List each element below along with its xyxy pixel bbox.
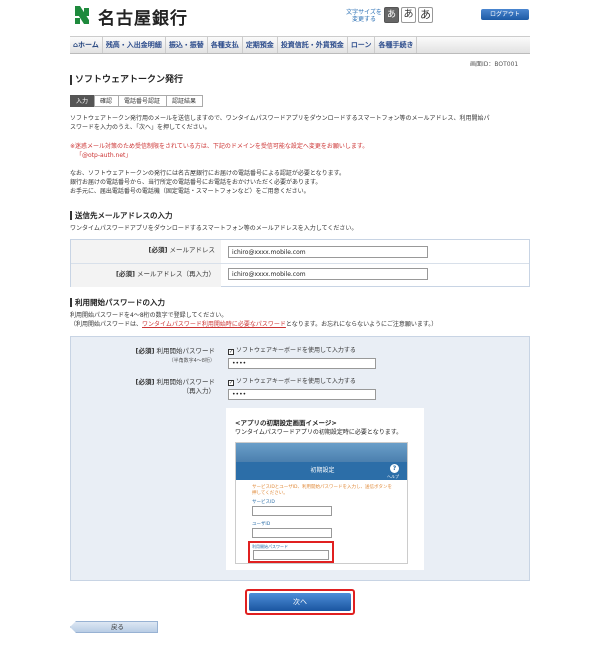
password-desc-2a: （利用開始パスワードは、 bbox=[70, 321, 143, 328]
app-image-title: <アプリの初期設定画面イメージ> bbox=[235, 419, 337, 427]
app-setup-image: <アプリの初期設定画面イメージ> ワンタイムパスワードアプリの初期設定時に必要と… bbox=[226, 408, 424, 570]
start-password-label: [必須] 利用開始パスワード （半角数字4～8桁） bbox=[71, 347, 221, 366]
notice-line-1: ※迷惑メール対策のため受信制限をされている方は、下記のドメインを受信可能な設定へ… bbox=[70, 143, 369, 150]
email-confirm-label: [必須] メールアドレス（再入力） bbox=[71, 264, 221, 287]
phone-message: サービスIDとユーザID、利用開始パスワードを入力し、送信ボタンを押してください… bbox=[252, 485, 392, 496]
start-password-confirm-label: [必須] 利用開始パスワード （再入力） bbox=[71, 378, 221, 396]
email-confirm-field[interactable] bbox=[228, 268, 428, 280]
required-tag: [必須] bbox=[135, 378, 155, 386]
step-indicator: 入力 確認 電話番号認証 認証結果 bbox=[70, 95, 204, 107]
password-desc-link[interactable]: ワンタイムパスワード利用開始時に必要なパスワード bbox=[142, 321, 286, 328]
password-section-heading: 利用開始パスワードの入力 bbox=[70, 298, 165, 307]
phone-auth-note: なお、ソフトウェアトークンの発行には名古屋銀行にお届けの電話番号による認証が必要… bbox=[70, 169, 530, 196]
font-size-large-button[interactable]: あ bbox=[418, 7, 433, 23]
next-button-highlight: 次へ bbox=[245, 589, 355, 615]
back-button[interactable]: 戻る bbox=[70, 621, 158, 633]
phone-screenshot: 初期設定 ? ヘルプ サービスIDとユーザID、利用開始パスワードを入力し、送信… bbox=[235, 442, 408, 564]
nav-procedures[interactable]: 各種手続き bbox=[375, 37, 418, 53]
app-image-description: ワンタイムパスワードアプリの初期設定時に必要となります。 bbox=[235, 429, 403, 436]
email-row: [必須] メールアドレス bbox=[71, 240, 529, 263]
password-desc-1: 利用開始パスワードを4～8桁の数字で登録してください。 bbox=[70, 312, 228, 319]
service-id-field bbox=[252, 506, 332, 516]
help-label: ヘルプ bbox=[387, 474, 399, 479]
start-password-confirm-sub: （再入力） bbox=[182, 387, 216, 395]
email-section-description: ワンタイムパスワードアプリをダウンロードするスマートフォン等のメールアドレスを入… bbox=[70, 225, 358, 232]
nav-loan[interactable]: ローン bbox=[348, 37, 376, 53]
intro-line-2: スワードを入力のうえ、「次へ」を押してください。 bbox=[70, 124, 211, 131]
software-keyboard-confirm-label: ソフトウェアキーボードを使用して入力する bbox=[236, 378, 356, 385]
header: 名古屋銀行 文字サイズを 変更する あ あ あ ログアウト bbox=[0, 0, 600, 32]
step-confirm: 確認 bbox=[94, 95, 120, 107]
step-result: 認証結果 bbox=[166, 95, 204, 107]
start-password-field[interactable]: •••• bbox=[228, 358, 376, 369]
nav-time-deposit[interactable]: 定期預金 bbox=[243, 37, 278, 53]
nav-home[interactable]: ⌂ホーム bbox=[70, 37, 103, 53]
email-confirm-row: [必須] メールアドレス（再入力） bbox=[71, 264, 529, 287]
font-size-label: 文字サイズを 変更する bbox=[346, 9, 382, 23]
start-password-confirm-field[interactable]: •••• bbox=[228, 389, 376, 400]
domain-notice: ※迷惑メール対策のため受信制限をされている方は、下記のドメインを受信可能な設定へ… bbox=[70, 142, 530, 160]
password-desc-2b: となります。お忘れにならないようにご注意願います。） bbox=[285, 321, 438, 328]
phone-header: 初期設定 bbox=[236, 462, 407, 480]
checkbox-icon: ✓ bbox=[228, 380, 234, 386]
intro-line-1: ソフトウェアトークン発行用のメールを送信しますので、ワンタイムパスワードアプリを… bbox=[70, 115, 490, 122]
user-id-label: ユーザID bbox=[252, 522, 271, 527]
bank-name: 名古屋銀行 bbox=[98, 9, 188, 29]
start-password-sub: （半角数字4～8桁） bbox=[168, 358, 215, 364]
software-keyboard-confirm-checkbox[interactable]: ✓ ソフトウェアキーボードを使用して入力する bbox=[228, 378, 356, 386]
note-line-1: なお、ソフトウェアトークンの発行には名古屋銀行にお届けの電話番号による認証が必要… bbox=[70, 170, 346, 177]
user-id-field bbox=[252, 528, 332, 538]
page-title: ソフトウェアトークン発行 bbox=[70, 75, 183, 85]
font-size-small-button[interactable]: あ bbox=[384, 7, 399, 23]
service-id-label: サービスID bbox=[252, 500, 275, 505]
password-desc-2: （利用開始パスワードは、ワンタイムパスワード利用開始時に必要なパスワードとなりま… bbox=[70, 320, 530, 329]
email-label: [必須] メールアドレス bbox=[71, 240, 221, 263]
highlight-frame bbox=[248, 541, 334, 563]
software-keyboard-checkbox[interactable]: ✓ ソフトウェアキーボードを使用して入力する bbox=[228, 347, 356, 355]
step-input: 入力 bbox=[70, 95, 96, 107]
nav-home-label: ホーム bbox=[78, 41, 99, 49]
intro-text: ソフトウェアトークン発行用のメールを送信しますので、ワンタイムパスワードアプリを… bbox=[70, 114, 530, 132]
software-keyboard-label: ソフトウェアキーボードを使用して入力する bbox=[236, 347, 356, 354]
nav-payments[interactable]: 各種支払 bbox=[208, 37, 243, 53]
logout-button[interactable]: ログアウト bbox=[481, 9, 529, 20]
note-line-2: 銀行お届けの電話番号から、当行所定の電話番号にお電話をおかけいただく必要がありま… bbox=[70, 179, 322, 186]
password-section-description: 利用開始パスワードを4～8桁の数字で登録してください。 （利用開始パスワードは、… bbox=[70, 311, 530, 329]
email-field[interactable] bbox=[228, 246, 428, 258]
screen-id: 画面ID：BOT001 bbox=[470, 61, 519, 68]
next-button[interactable]: 次へ bbox=[249, 593, 351, 611]
start-password-label-text: 利用開始パスワード bbox=[156, 347, 216, 355]
email-label-text: メールアドレス bbox=[169, 246, 216, 254]
notice-domain: 「@otp-auth.net」 bbox=[76, 152, 132, 159]
email-form: [必須] メールアドレス [必須] メールアドレス（再入力） bbox=[70, 239, 530, 287]
note-line-3: お手元に、届出電話番号の電話機（固定電話・スマートフォンなど）をご用意ください。 bbox=[70, 188, 310, 195]
email-section-heading: 送信先メールアドレスの入力 bbox=[70, 211, 173, 220]
required-tag: [必須] bbox=[115, 270, 135, 278]
nav-transfer[interactable]: 振込・振替 bbox=[166, 37, 208, 53]
start-password-confirm-label-text: 利用開始パスワード bbox=[156, 378, 216, 386]
required-tag: [必須] bbox=[148, 246, 168, 254]
checkbox-icon: ✓ bbox=[228, 349, 234, 355]
font-size-medium-button[interactable]: あ bbox=[401, 7, 416, 23]
nav-balance[interactable]: 残高・入出金明細 bbox=[103, 37, 166, 53]
required-tag: [必須] bbox=[135, 347, 155, 355]
bank-logo-icon bbox=[75, 6, 89, 24]
phone-status-area bbox=[236, 443, 407, 462]
help-icon: ? bbox=[390, 464, 399, 473]
nav-investment[interactable]: 投資信託・外貨預金 bbox=[278, 37, 348, 53]
step-phone-auth: 電話番号認証 bbox=[118, 95, 168, 107]
main-nav: ⌂ホーム 残高・入出金明細 振込・振替 各種支払 定期預金 投資信託・外貨預金 … bbox=[70, 36, 530, 54]
email-confirm-label-text: メールアドレス（再入力） bbox=[137, 270, 215, 278]
